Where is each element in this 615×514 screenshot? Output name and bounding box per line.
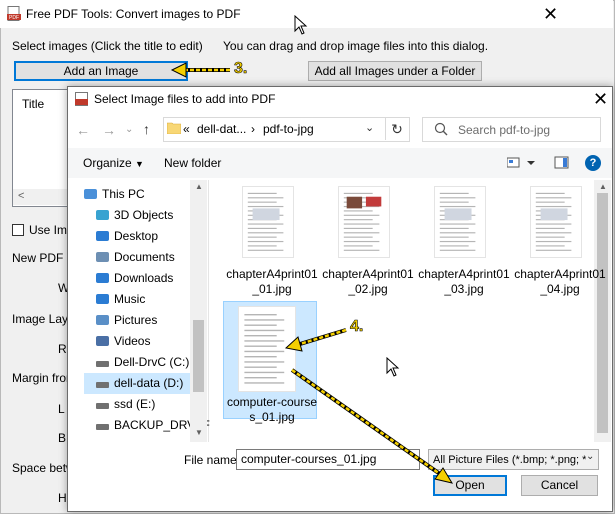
step3-arrow-icon [170,62,230,78]
annotation-arrows [170,62,454,484]
step4-label: 4. [350,318,364,336]
step3-label: 3. [234,60,248,78]
step4-arrow-icon [284,328,347,352]
drag-to-open-arrow-icon [290,368,454,484]
